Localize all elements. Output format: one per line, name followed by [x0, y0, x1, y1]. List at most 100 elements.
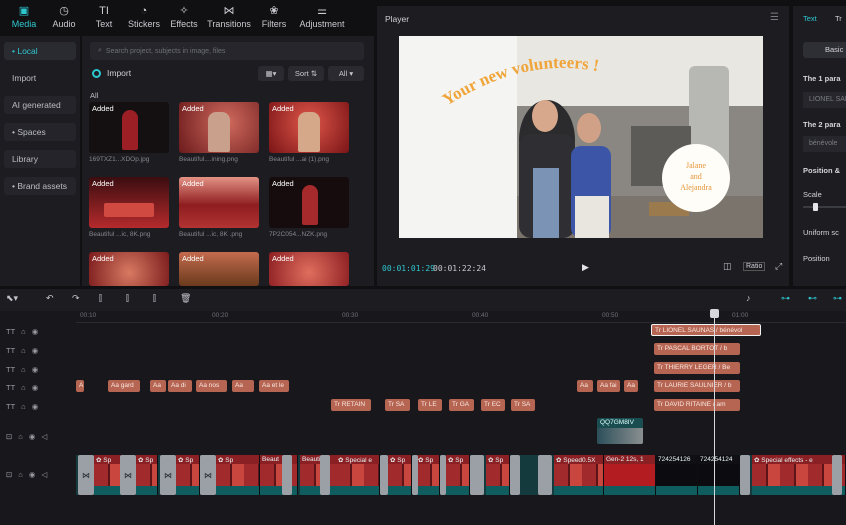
split-right-icon[interactable]: ⫿: [153, 293, 156, 304]
text-clip[interactable]: Aa: [232, 380, 254, 392]
transition-marker[interactable]: [282, 455, 292, 495]
redo-icon[interactable]: ↷: [72, 293, 80, 304]
ratio-button[interactable]: Ratio: [743, 262, 766, 271]
video-clip[interactable]: ✿ Sp: [136, 455, 158, 495]
tab-audio[interactable]: ◷ Audio: [44, 0, 84, 34]
transition-marker[interactable]: [380, 455, 388, 495]
text-clip[interactable]: Tr LE: [418, 399, 442, 411]
lock-icon[interactable]: ⌂: [18, 470, 23, 479]
overlay-clip[interactable]: QQ7GM8IV: [597, 418, 643, 444]
media-thumb[interactable]: Added: [89, 177, 169, 228]
text-clip[interactable]: Aa nos: [196, 380, 227, 392]
transition-marker[interactable]: [412, 455, 418, 495]
sort-button[interactable]: Sort ⇅: [288, 66, 324, 81]
search-input[interactable]: ⌕ Search project, subjects in image, fil…: [90, 42, 364, 60]
tab-transitions[interactable]: ⋈ Transitions: [204, 0, 254, 34]
transition-marker[interactable]: [440, 455, 446, 495]
tab-filters[interactable]: ❀ Filters: [254, 0, 294, 34]
transition-marker[interactable]: ⋈: [120, 455, 136, 495]
media-thumb[interactable]: Added: [179, 102, 259, 153]
visibility-icon[interactable]: ◉: [29, 432, 36, 441]
media-thumb[interactable]: Added: [269, 252, 349, 286]
sidebar-item-local[interactable]: • Local: [4, 42, 76, 60]
timeline-ruler[interactable]: 00:10 00:20 00:30 00:40 00:50 01:00: [76, 311, 846, 323]
text-clip[interactable]: Tr DAVID RITAINE / am: [654, 399, 740, 411]
lock-icon[interactable]: ⌂: [21, 383, 26, 392]
tab-stickers[interactable]: ◔ Stickers: [124, 0, 164, 34]
video-clip[interactable]: ✿ Speed0.5X: [554, 455, 604, 495]
transition-marker[interactable]: [538, 455, 552, 495]
playhead[interactable]: [714, 311, 715, 525]
sidebar-item-library[interactable]: Library: [4, 150, 76, 168]
text-clip[interactable]: Tr EC: [481, 399, 505, 411]
video-clip[interactable]: Gen-2 12s, 1: [604, 455, 656, 495]
text-clip[interactable]: Tr THIERRY LEGER / Be: [654, 362, 740, 374]
visibility-icon[interactable]: ◉: [32, 327, 39, 336]
sidebar-item-spaces[interactable]: • Spaces: [4, 123, 76, 141]
text-clip[interactable]: Aa gard: [108, 380, 140, 392]
video-clip[interactable]: 724254124: [698, 455, 740, 495]
visibility-icon[interactable]: ◉: [32, 346, 39, 355]
para2-field[interactable]: bénévole: [803, 136, 846, 152]
tab-media[interactable]: ▣ Media: [4, 0, 44, 34]
text-clip[interactable]: Tr LAURIE SAULNIER / b: [654, 380, 740, 392]
video-clip[interactable]: ✿ Sp: [416, 455, 440, 495]
lock-icon[interactable]: ⌂: [18, 432, 23, 441]
para1-field[interactable]: LIONEL SAL: [803, 92, 846, 108]
transition-marker[interactable]: [740, 455, 750, 495]
video-clip[interactable]: ✿ Sp: [388, 455, 412, 495]
link-icon[interactable]: ⊶: [781, 293, 790, 304]
microphone-icon[interactable]: ♪: [746, 293, 751, 303]
split-left-icon[interactable]: ⫿: [126, 293, 129, 304]
fullscreen-preview-icon[interactable]: ◫: [723, 261, 732, 272]
transition-marker[interactable]: ⋈: [200, 455, 216, 495]
text-clip[interactable]: Tr SA: [385, 399, 410, 411]
video-clip[interactable]: ✿ Special e: [336, 455, 380, 495]
visibility-icon[interactable]: ◉: [32, 365, 39, 374]
text-clip[interactable]: Tr PASCAL BORTOT / b: [654, 343, 740, 355]
filter-button[interactable]: All ▾: [328, 66, 364, 81]
text-clip[interactable]: Tr RETAIN: [331, 399, 371, 411]
transition-marker[interactable]: [470, 455, 484, 495]
text-clip[interactable]: Aa fai: [597, 380, 620, 392]
scale-slider[interactable]: [803, 203, 846, 211]
split-icon[interactable]: ⫿: [99, 293, 102, 304]
lock-icon[interactable]: ⌂: [21, 346, 26, 355]
visibility-icon[interactable]: ◉: [29, 470, 36, 479]
transition-marker[interactable]: ⋈: [78, 455, 94, 495]
media-thumb[interactable]: Added: [89, 252, 169, 286]
lock-icon[interactable]: ⌂: [21, 402, 26, 411]
media-thumb[interactable]: Added: [89, 102, 169, 153]
audio-mute-icon[interactable]: ◁: [41, 432, 47, 441]
text-clip[interactable]: Tr SA: [511, 399, 535, 411]
select-tool-icon[interactable]: ⬉▾: [6, 293, 18, 304]
video-clip[interactable]: ✿ Sp: [176, 455, 200, 495]
basic-button[interactable]: Basic: [803, 42, 846, 58]
sidebar-item-ai-generated[interactable]: AI generated: [4, 96, 76, 114]
lock-icon[interactable]: ⌂: [21, 327, 26, 336]
magnet-icon[interactable]: ⊷: [808, 293, 817, 304]
tab-effects[interactable]: ✧ Effects: [164, 0, 204, 34]
video-clip[interactable]: ✿ Sp: [94, 455, 122, 495]
text-clip[interactable]: Aa et le: [259, 380, 289, 392]
video-clip[interactable]: ✿ Sp: [486, 455, 510, 495]
expand-icon[interactable]: ⤢: [775, 261, 782, 272]
snap-icon[interactable]: ⊶: [833, 293, 842, 304]
video-preview[interactable]: Your new volunteers ! Jalane and Alejand…: [399, 36, 763, 238]
import-button[interactable]: Import: [92, 68, 131, 78]
main-video-track[interactable]: ✿ Sp ✿ Sp ✿ Sp ✿ Sp Beaut Beautif ✿ Spec…: [76, 455, 846, 495]
text-clip[interactable]: Aa: [577, 380, 593, 392]
media-thumb[interactable]: Added: [179, 177, 259, 228]
transition-marker[interactable]: ⋈: [160, 455, 176, 495]
view-toggle[interactable]: ▦▾: [258, 66, 284, 81]
play-button[interactable]: ▶: [582, 262, 589, 273]
lock-icon[interactable]: ⌂: [21, 365, 26, 374]
media-thumb[interactable]: Added: [269, 177, 349, 228]
text-clip[interactable]: Tr GA: [449, 399, 474, 411]
sidebar-item-brand-assets[interactable]: • Brand assets: [4, 177, 76, 195]
tab-transition-props[interactable]: Tr: [835, 14, 842, 23]
undo-icon[interactable]: ↶: [46, 293, 54, 304]
media-thumb[interactable]: Added: [269, 102, 349, 153]
playhead-handle[interactable]: [710, 309, 719, 318]
audio-mute-icon[interactable]: ◁: [41, 470, 47, 479]
